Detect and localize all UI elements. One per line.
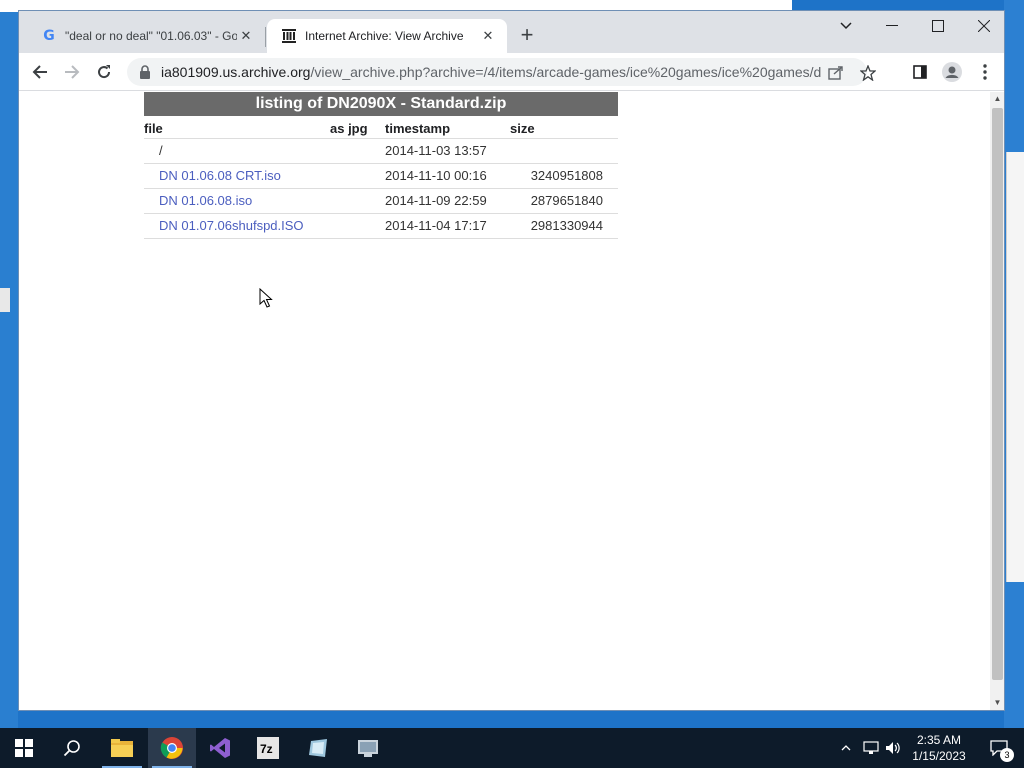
- scroll-down-arrow-icon[interactable]: ▼: [990, 696, 1004, 710]
- google-icon: G: [43, 28, 55, 44]
- address-url: ia801909.us.archive.org/view_archive.php…: [161, 64, 821, 80]
- internet-archive-icon: [281, 28, 297, 44]
- back-button[interactable]: [27, 59, 53, 85]
- size-cell: 2981330944: [510, 213, 618, 239]
- jpg-cell: [330, 213, 385, 239]
- size-cell: 2879651840: [510, 188, 618, 214]
- taskbar-7zip[interactable]: 7z: [244, 728, 292, 768]
- address-bar[interactable]: ia801909.us.archive.org/view_archive.php…: [127, 58, 876, 86]
- menu-kebab-icon[interactable]: [972, 59, 998, 85]
- timestamp-cell: 2014-11-04 17:17: [385, 213, 510, 239]
- archive-listing: listing of DN2090X - Standard.zip file a…: [144, 92, 618, 239]
- show-hidden-icons-chevron-icon[interactable]: [836, 728, 856, 768]
- table-header-row: file as jpg timestamp size: [144, 116, 618, 139]
- profile-avatar-icon[interactable]: [939, 59, 965, 85]
- clock-time: 2:35 AM: [916, 733, 962, 747]
- size-cell: [510, 138, 618, 164]
- file-link[interactable]: DN 01.06.08 CRT.iso: [159, 168, 281, 183]
- jpg-cell: [330, 163, 385, 189]
- notification-count-badge: 3: [1000, 748, 1014, 762]
- timestamp-cell: 2014-11-03 13:57: [385, 138, 510, 164]
- minimize-button[interactable]: [869, 11, 915, 41]
- jpg-cell: [330, 188, 385, 214]
- address-domain: ia801909.us.archive.org: [161, 64, 311, 80]
- side-panel-icon[interactable]: [907, 59, 933, 85]
- action-center-button[interactable]: 3: [982, 728, 1016, 768]
- search-icon: [63, 740, 80, 757]
- jpg-cell: [330, 138, 385, 164]
- close-tab-icon[interactable]: ✕: [237, 27, 255, 45]
- lock-icon[interactable]: [139, 65, 153, 79]
- taskbar-clock[interactable]: 2:35 AM 1/15/2023: [904, 732, 974, 764]
- maximize-button[interactable]: [915, 11, 961, 41]
- tab-strip: G "deal or no deal" "01.06.03" - Go ✕ In…: [19, 11, 1004, 53]
- header-timestamp: timestamp: [385, 116, 510, 139]
- start-icon: [15, 739, 33, 757]
- taskbar-chrome[interactable]: [148, 728, 196, 768]
- background-window-fragment: [1006, 152, 1024, 582]
- tab-title: "deal or no deal" "01.06.03" - Go: [65, 29, 237, 43]
- size-cell: 3240951808: [510, 163, 618, 189]
- background-window-fragment-left: [0, 288, 10, 312]
- taskbar-visual-studio[interactable]: [196, 728, 244, 768]
- mouse-cursor-icon: [259, 288, 273, 308]
- file-explorer-icon: [111, 739, 133, 757]
- reload-button[interactable]: [91, 59, 117, 85]
- taskbar-search-button[interactable]: [48, 728, 96, 768]
- header-size: size: [510, 116, 618, 139]
- tab-google-search[interactable]: G "deal or no deal" "01.06.03" - Go ✕: [27, 19, 265, 53]
- taskbar-file-explorer[interactable]: [98, 728, 146, 768]
- taskbar-app-2[interactable]: [344, 728, 392, 768]
- address-path: /view_archive.php?archive=/4/items/arcad…: [310, 64, 821, 80]
- taskbar-app[interactable]: [294, 728, 342, 768]
- tab-internet-archive[interactable]: Internet Archive: View Archive ✕: [267, 19, 507, 53]
- browser-toolbar: ia801909.us.archive.org/view_archive.php…: [19, 53, 1004, 91]
- network-icon[interactable]: [860, 728, 882, 768]
- 7zip-icon: 7z: [257, 737, 279, 759]
- table-row: DN 01.06.08.iso 2014-11-09 22:59 2879651…: [144, 188, 618, 214]
- header-as-jpg: as jpg: [330, 116, 385, 139]
- table-row: DN 01.07.06shufspd.ISO 2014-11-04 17:17 …: [144, 213, 618, 239]
- table-row: DN 01.06.08 CRT.iso 2014-11-10 00:16 324…: [144, 163, 618, 189]
- svg-text:7z: 7z: [260, 742, 273, 756]
- app-icon: [309, 739, 327, 757]
- file-cell: DN 01.06.08.iso: [144, 188, 330, 214]
- share-icon[interactable]: [825, 62, 847, 84]
- clock-date: 1/15/2023: [912, 749, 966, 763]
- app-icon-2: [358, 740, 378, 757]
- scrollbar-thumb[interactable]: [992, 108, 1003, 680]
- listing-table: file as jpg timestamp size / 2014-11-03 …: [144, 116, 618, 239]
- file-cell: DN 01.06.08 CRT.iso: [144, 163, 330, 189]
- file-link[interactable]: DN 01.07.06shufspd.ISO: [159, 218, 304, 233]
- file-link[interactable]: DN 01.06.08.iso: [159, 193, 252, 208]
- header-file: file: [144, 116, 330, 139]
- close-window-button[interactable]: [961, 11, 1007, 41]
- close-tab-icon[interactable]: ✕: [479, 27, 497, 45]
- tab-search-icon[interactable]: [823, 11, 869, 41]
- forward-button[interactable]: [59, 59, 85, 85]
- tab-title: Internet Archive: View Archive: [305, 29, 464, 43]
- start-button[interactable]: [0, 728, 48, 768]
- file-cell: /: [144, 138, 330, 164]
- tab-divider: [265, 27, 266, 47]
- table-row: / 2014-11-03 13:57: [144, 138, 618, 164]
- scroll-up-arrow-icon[interactable]: ▲: [990, 92, 1004, 106]
- bookmark-star-icon[interactable]: [857, 62, 879, 84]
- page-viewport: listing of DN2090X - Standard.zip file a…: [19, 92, 1004, 710]
- browser-window: G "deal or no deal" "01.06.03" - Go ✕ In…: [18, 10, 1005, 711]
- visual-studio-icon: [210, 738, 230, 758]
- chrome-icon: [160, 737, 183, 759]
- listing-title: listing of DN2090X - Standard.zip: [144, 92, 618, 116]
- timestamp-cell: 2014-11-09 22:59: [385, 188, 510, 214]
- directory-label: /: [159, 143, 163, 158]
- new-tab-button[interactable]: +: [515, 24, 539, 48]
- timestamp-cell: 2014-11-10 00:16: [385, 163, 510, 189]
- volume-icon[interactable]: [882, 728, 904, 768]
- vertical-scrollbar[interactable]: ▲ ▼: [990, 92, 1004, 710]
- file-cell: DN 01.07.06shufspd.ISO: [144, 213, 330, 239]
- windows-taskbar: 7z 2:35 AM 1/15/2023 3: [0, 728, 1024, 768]
- desktop-background: [0, 0, 18, 728]
